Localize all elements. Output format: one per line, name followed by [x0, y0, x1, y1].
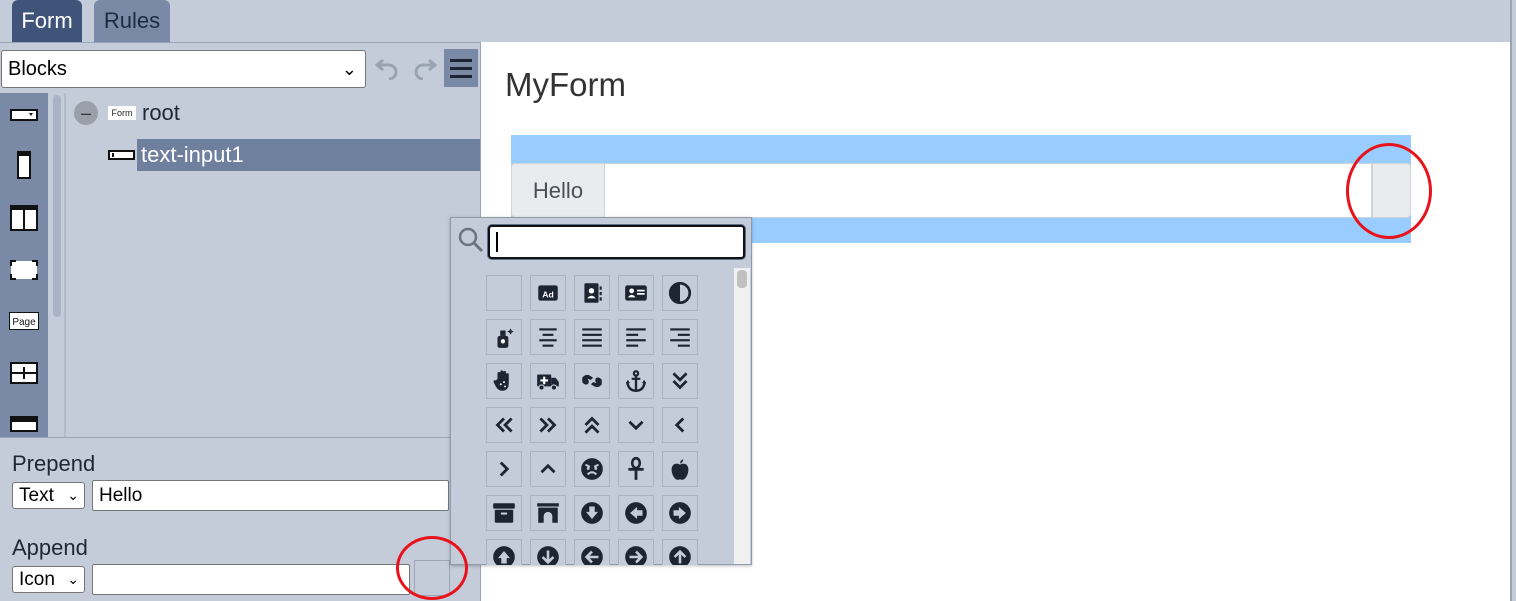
angle-left-icon[interactable] [662, 407, 698, 443]
tab-rules[interactable]: Rules [94, 0, 170, 42]
tree-node-root[interactable]: – Form root [74, 99, 180, 127]
tree-child-label: text-input1 [137, 139, 480, 171]
arrow-alt-circle-right-icon[interactable] [662, 495, 698, 531]
angle-double-left-icon[interactable] [486, 407, 522, 443]
tab-form[interactable]: Form [12, 0, 82, 42]
angle-double-down-icon[interactable] [662, 363, 698, 399]
menu-button[interactable] [444, 49, 478, 87]
redo-icon [414, 58, 438, 80]
container-block-icon[interactable] [7, 259, 41, 281]
undo-icon [374, 58, 398, 80]
grid-block-icon[interactable] [7, 361, 41, 385]
adjust-icon[interactable] [662, 275, 698, 311]
block-palette: Page [0, 93, 48, 437]
select-block-icon[interactable] [7, 107, 41, 123]
align-center-icon[interactable] [530, 319, 566, 355]
archway-icon[interactable] [530, 495, 566, 531]
angle-down-icon[interactable] [618, 407, 654, 443]
icon-grid-scrollbar[interactable] [734, 268, 750, 564]
blocks-select-value: Blocks [8, 58, 67, 80]
hamburger-icon [450, 58, 472, 62]
mobile-block-icon[interactable] [7, 151, 41, 179]
archive-icon[interactable] [486, 495, 522, 531]
angry-icon[interactable] [574, 451, 610, 487]
blocks-select[interactable]: Blocks ⌄ [1, 50, 366, 88]
ambulance-icon[interactable] [530, 363, 566, 399]
icon-grid: Ad [486, 275, 736, 565]
air-freshener-icon[interactable] [486, 319, 522, 355]
address-book-icon[interactable] [574, 275, 610, 311]
arrow-alt-circle-left-icon[interactable] [618, 495, 654, 531]
american-sign-language-interpreting-icon[interactable] [574, 363, 610, 399]
angle-right-icon[interactable] [486, 451, 522, 487]
annotation-circle [396, 536, 468, 600]
tree-root-label: root [142, 100, 180, 125]
icon-search-input[interactable] [488, 225, 745, 259]
tree-node-text-input1[interactable]: text-input1 [108, 139, 480, 171]
tab-bar: Form Rules [0, 0, 1516, 42]
icon-picker-popup: Ad [450, 217, 752, 565]
form-title: MyForm [505, 66, 626, 103]
prepend-value-input[interactable]: Hello [92, 480, 449, 511]
angle-double-up-icon[interactable] [574, 407, 610, 443]
prepend-title: Prepend [12, 451, 96, 476]
align-right-icon[interactable] [662, 319, 698, 355]
designer-panel: Blocks ⌄ Page – Form root text-input1 Pr… [0, 42, 480, 601]
allergies-icon[interactable] [486, 363, 522, 399]
append-title: Append [12, 535, 88, 560]
text-input-preview[interactable] [604, 163, 1372, 218]
input-group: Hello [511, 163, 1411, 218]
arrow-alt-circle-up-icon[interactable] [486, 539, 522, 565]
apple-alt-icon[interactable] [662, 451, 698, 487]
input-prepend: Hello [511, 163, 605, 218]
arrow-circle-right-icon[interactable] [618, 539, 654, 565]
chevron-down-icon: ⌄ [341, 59, 357, 79]
align-left-icon[interactable] [618, 319, 654, 355]
svg-text:Page: Page [12, 317, 36, 328]
text-input-icon [108, 150, 135, 160]
align-justify-icon[interactable] [574, 319, 610, 355]
search-icon [458, 227, 484, 253]
address-card-icon[interactable] [618, 275, 654, 311]
anchor-icon[interactable] [618, 363, 654, 399]
panel-block-icon[interactable] [7, 415, 41, 433]
annotation-circle [1346, 143, 1432, 239]
form-block-icon: Form [108, 106, 136, 120]
page-block-icon[interactable]: Page [7, 311, 41, 331]
ad-icon[interactable]: Ad [530, 275, 566, 311]
angle-double-right-icon[interactable] [530, 407, 566, 443]
palette-scrollbar[interactable] [53, 95, 61, 317]
chevron-down-icon: ⌄ [67, 571, 79, 587]
window-edge [1510, 0, 1512, 601]
arrow-circle-down-icon[interactable] [530, 539, 566, 565]
undo-button[interactable] [372, 52, 402, 84]
app-window: Form Rules Blocks ⌄ Page – Form root tex… [0, 0, 1516, 601]
icon-option-blank[interactable] [486, 275, 522, 311]
collapse-icon[interactable]: – [74, 101, 98, 125]
columns-block-icon[interactable] [7, 203, 41, 233]
ankh-icon[interactable] [618, 451, 654, 487]
text-caret [496, 232, 498, 252]
prepend-type-select[interactable]: Text ⌄ [12, 482, 85, 509]
arrow-circle-up-icon[interactable] [662, 539, 698, 565]
append-type-select[interactable]: Icon ⌄ [12, 566, 85, 593]
angle-up-icon[interactable] [530, 451, 566, 487]
redo-button[interactable] [410, 52, 440, 84]
arrow-circle-left-icon[interactable] [574, 539, 610, 565]
palette-divider [64, 93, 66, 437]
append-value-input[interactable] [92, 564, 410, 595]
icon-grid-scroll-thumb[interactable] [737, 270, 747, 288]
arrow-alt-circle-down-icon[interactable] [574, 495, 610, 531]
chevron-down-icon: ⌄ [67, 487, 79, 503]
svg-text:Ad: Ad [542, 289, 554, 299]
